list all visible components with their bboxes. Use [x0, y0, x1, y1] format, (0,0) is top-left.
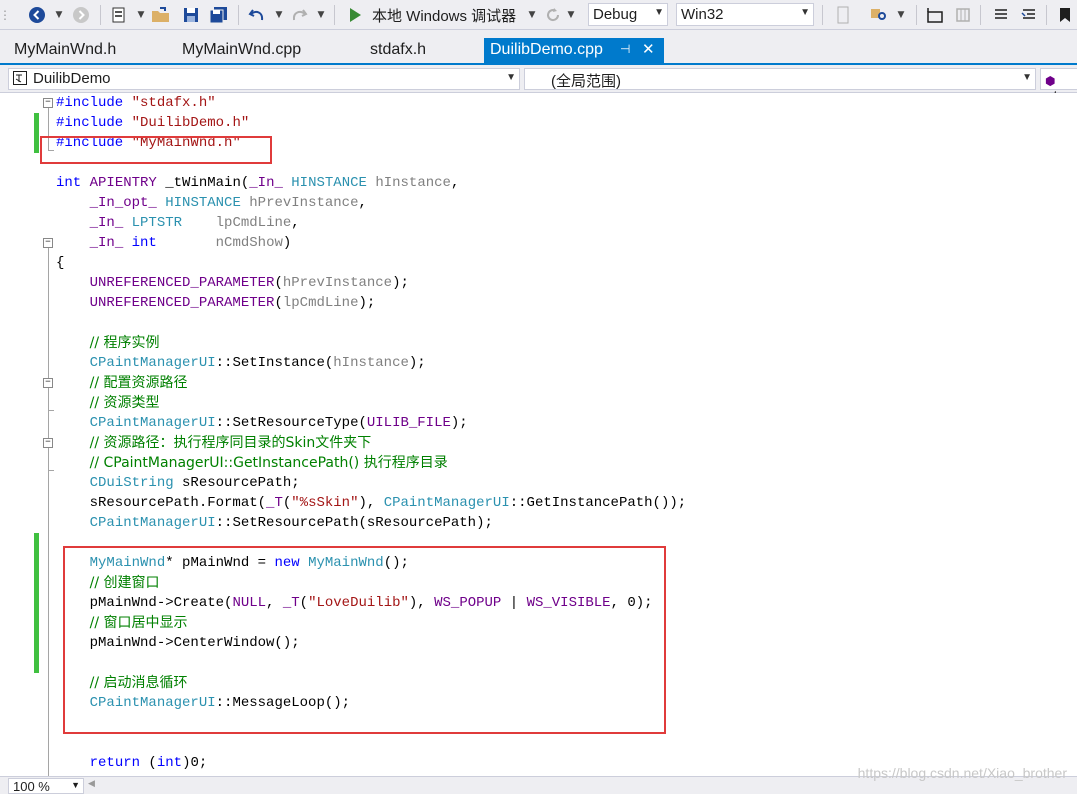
code-line: // 资源路径：执行程序同目录的Skin文件夹下 — [56, 433, 371, 453]
toolbar-separator — [100, 5, 101, 25]
chevron-down-icon: ▼ — [800, 7, 810, 18]
code-line: { — [56, 253, 64, 273]
run-debugger-button[interactable]: 本地 Windows 调试器 — [372, 5, 516, 26]
code-editor[interactable]: − − − − #include "stdafx.h" #include "Du… — [0, 93, 1077, 776]
outline-tick — [48, 410, 54, 411]
code-line: sResourcePath.Format(_T("%sSkin"), CPain… — [56, 493, 686, 513]
member-select[interactable]: ⬢_t — [1040, 68, 1077, 90]
collapse-icon[interactable]: − — [43, 438, 53, 448]
code-line: _In_opt_ HINSTANCE hPrevInstance, — [56, 193, 367, 213]
bookmark-icon[interactable] — [1054, 4, 1076, 26]
toolbar-separator — [1046, 5, 1047, 25]
zoom-value: 100 % — [13, 779, 50, 794]
outline-line — [48, 248, 49, 776]
tab-duilibdemo-cpp[interactable]: DuilibDemo.cpp ⊣ ✕ — [484, 38, 664, 64]
project-select[interactable]: DuilibDemo ▼ — [8, 68, 520, 90]
code-line: CDuiString sResourcePath; — [56, 473, 300, 493]
platform-value: Win32 — [681, 6, 724, 23]
code-line: int APIENTRY _tWinMain(_In_ HINSTANCE hI… — [56, 173, 459, 193]
redo-icon[interactable] — [288, 4, 310, 26]
chevron-down-icon: ▼ — [71, 780, 80, 790]
code-line: UNREFERENCED_PARAMETER(hPrevInstance); — [56, 273, 409, 293]
toolbar-separator — [334, 5, 335, 25]
code-line: // 配置资源路径 — [56, 373, 188, 393]
code-line: CPaintManagerUI::SetInstance(hInstance); — [56, 353, 426, 373]
chevron-down-icon: ▼ — [506, 72, 516, 83]
watermark: https://blog.csdn.net/Xiao_brother — [858, 765, 1067, 781]
tab-label: MyMainWnd.cpp — [182, 41, 301, 58]
solution-explorer-icon[interactable] — [924, 4, 946, 26]
tab-stdafx-h[interactable]: stdafx.h — [364, 38, 432, 64]
highlight-box-window-code — [63, 546, 666, 734]
redo-dropdown-icon[interactable]: ▼ — [316, 6, 326, 24]
tab-label: stdafx.h — [370, 41, 426, 58]
toolbar-grip[interactable]: ⋮ — [2, 4, 8, 26]
new-dropdown-icon[interactable]: ▼ — [136, 6, 146, 24]
open-folder-icon[interactable] — [150, 4, 172, 26]
zoom-select[interactable]: 100 % ▼ — [8, 778, 84, 794]
tab-label: MyMainWnd.h — [14, 41, 116, 58]
change-marker — [34, 113, 39, 153]
scroll-left-icon[interactable]: ◀ — [88, 779, 98, 793]
tab-mymainwnd-h[interactable]: MyMainWnd.h — [8, 38, 122, 64]
new-project-icon[interactable] — [108, 4, 130, 26]
code-line: _In_ int nCmdShow) — [56, 233, 291, 253]
scope-value: (全局范围) — [551, 73, 621, 90]
comment-lines-icon[interactable] — [990, 4, 1012, 26]
refresh-dropdown-icon[interactable]: ▼ — [566, 6, 576, 24]
find-icon[interactable] — [868, 4, 890, 26]
document-tab-strip: MyMainWnd.h MyMainWnd.cpp stdafx.h Duili… — [0, 38, 1077, 65]
toolbar-separator — [916, 5, 917, 25]
collapse-icon[interactable]: − — [43, 238, 53, 248]
save-icon[interactable] — [180, 4, 202, 26]
play-icon[interactable] — [344, 4, 366, 26]
navigation-bar: DuilibDemo ▼ (全局范围) ▼ ⬢_t — [0, 66, 1077, 93]
code-line: UNREFERENCED_PARAMETER(lpCmdLine); — [56, 293, 375, 313]
platform-select[interactable]: Win32 ▼ — [676, 3, 814, 26]
tab-label: DuilibDemo.cpp — [490, 41, 603, 58]
chevron-down-icon: ▼ — [1022, 72, 1032, 83]
configuration-value: Debug — [593, 6, 637, 23]
close-icon[interactable]: ✕ — [642, 40, 655, 58]
toolbar-separator — [822, 5, 823, 25]
code-line: // 程序实例 — [56, 333, 160, 353]
code-line: return (int)0; — [56, 753, 207, 773]
code-line: // CPaintManagerUI::GetInstancePath() 执行… — [56, 453, 448, 473]
code-line: _In_ LPTSTR lpCmdLine, — [56, 213, 300, 233]
find-dropdown-icon[interactable]: ▼ — [896, 6, 906, 24]
configuration-select[interactable]: Debug ▼ — [588, 3, 668, 26]
tab-mymainwnd-cpp[interactable]: MyMainWnd.cpp — [176, 38, 307, 64]
undo-dropdown-icon[interactable]: ▼ — [274, 6, 284, 24]
toolbar-separator — [980, 5, 981, 25]
toolbar: ⋮ ▼ ▼ ▼ ▼ 本地 Windows 调试器 ▼ ▼ Debug ▼ Win… — [0, 0, 1077, 30]
uncomment-lines-icon[interactable] — [1018, 4, 1040, 26]
outline-tick — [48, 470, 54, 471]
forward-icon[interactable] — [70, 4, 92, 26]
code-line: #include "DuilibDemo.h" — [56, 113, 249, 133]
code-line: // 资源类型 — [56, 393, 160, 413]
run-dropdown-icon[interactable]: ▼ — [527, 6, 537, 24]
collapse-icon[interactable]: − — [43, 98, 53, 108]
toolbar-separator — [238, 5, 239, 25]
code-line: CPaintManagerUI::SetResourceType(UILIB_F… — [56, 413, 468, 433]
class-view-icon[interactable] — [952, 4, 974, 26]
chevron-down-icon: ▼ — [654, 7, 664, 18]
change-marker — [34, 533, 39, 673]
highlight-box-include — [40, 136, 272, 164]
editor-margin: − − − − — [0, 93, 56, 776]
member-function-icon: ⬢ — [1045, 74, 1059, 88]
project-value: DuilibDemo — [33, 70, 111, 87]
code-line: #include "stdafx.h" — [56, 93, 216, 113]
refresh-icon[interactable] — [542, 4, 564, 26]
code-line: CPaintManagerUI::SetResourcePath(sResour… — [56, 513, 493, 533]
save-all-icon[interactable] — [208, 4, 230, 26]
undo-icon[interactable] — [246, 4, 268, 26]
scope-select[interactable]: (全局范围) ▼ — [524, 68, 1036, 90]
device-icon[interactable] — [832, 4, 854, 26]
back-dropdown-icon[interactable]: ▼ — [54, 6, 64, 24]
pin-icon[interactable]: ⊣ — [620, 42, 630, 56]
collapse-icon[interactable]: − — [43, 378, 53, 388]
cpp-project-icon — [13, 71, 29, 85]
back-icon[interactable] — [26, 4, 48, 26]
